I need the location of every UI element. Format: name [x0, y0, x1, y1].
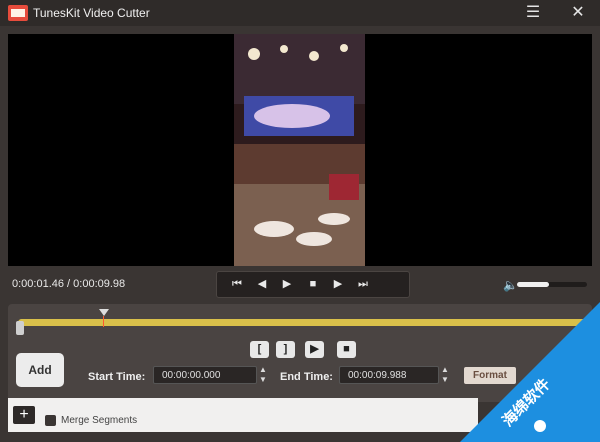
transport-controls: ⏮ ◀ ▶ ■ ▶ ⏭: [216, 271, 410, 298]
playhead-line: [103, 316, 104, 327]
title-bar: TunesKit Video Cutter ☰ ✕: [0, 0, 600, 26]
close-icon[interactable]: ✕: [568, 3, 588, 23]
stop-icon[interactable]: ■: [303, 275, 323, 294]
watermark-logo: 海绵软件: [460, 302, 600, 442]
skip-start-icon[interactable]: ⏮: [227, 275, 247, 294]
start-time-label: Start Time:: [88, 371, 146, 383]
add-button[interactable]: Add: [16, 353, 64, 387]
time-readout: 0:00:01.46 / 0:00:09.98: [12, 278, 126, 290]
volume-fill: [517, 282, 549, 287]
volume-slider[interactable]: [517, 282, 587, 287]
timeline-start-handle[interactable]: [16, 321, 24, 335]
add-segment-button[interactable]: +: [13, 406, 35, 424]
merge-segments-checkbox[interactable]: [45, 415, 56, 426]
merge-segments-label: Merge Segments: [61, 415, 138, 426]
menu-icon[interactable]: ☰: [523, 3, 543, 23]
play-icon[interactable]: ▶: [277, 275, 297, 294]
video-frame: [234, 34, 365, 266]
end-time-label: End Time:: [280, 371, 333, 383]
playhead-marker[interactable]: [99, 309, 109, 316]
start-time-spinner[interactable]: ▲ ▼: [258, 365, 268, 385]
skip-end-icon[interactable]: ⏭: [353, 275, 373, 294]
volume-icon[interactable]: 🔈: [503, 278, 518, 292]
window-title: TunesKit Video Cutter: [33, 6, 150, 20]
play-segment-button[interactable]: ▶: [305, 341, 324, 358]
step-back-icon[interactable]: ◀: [252, 275, 272, 294]
mark-out-button[interactable]: ]: [276, 341, 295, 358]
stop-segment-button[interactable]: ■: [337, 341, 356, 358]
mark-in-button[interactable]: [: [250, 341, 269, 358]
step-forward-icon[interactable]: ▶: [328, 275, 348, 294]
app-logo-icon: [8, 5, 28, 21]
video-preview: [8, 34, 592, 266]
start-time-input[interactable]: 00:00:00.000: [153, 366, 257, 384]
